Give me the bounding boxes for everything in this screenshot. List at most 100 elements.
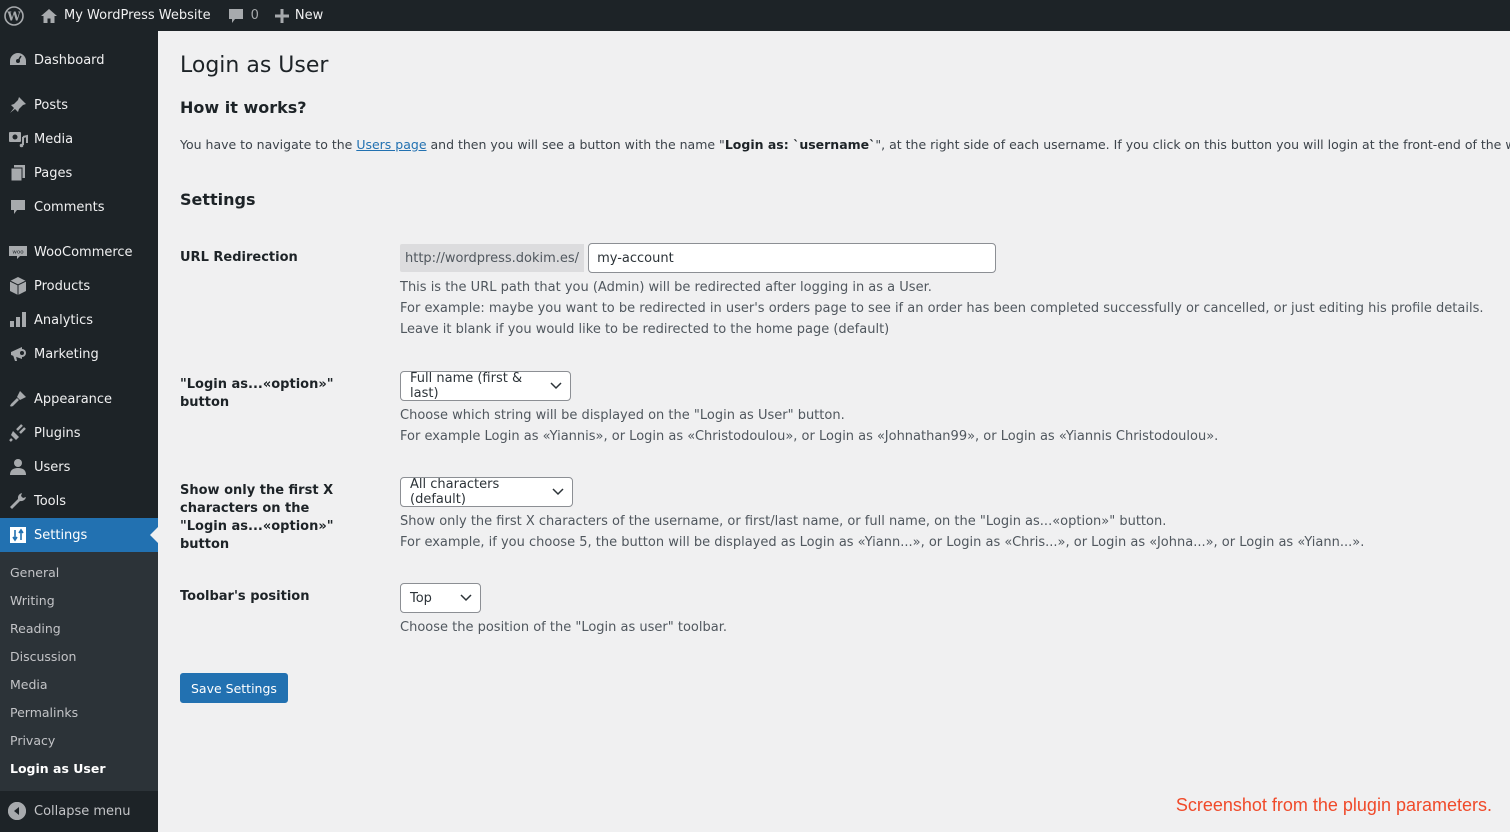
sidebar-item-comments[interactable]: Comments (0, 190, 158, 224)
sidebar-item-posts[interactable]: Posts (0, 88, 158, 122)
login-as-option-desc: For example Login as «Yiannis», or Login… (400, 429, 1219, 444)
login-as-option-desc: Choose which string will be displayed on… (400, 408, 845, 423)
submenu-item-writing[interactable]: Writing (0, 587, 158, 615)
admin-sidebar: Dashboard Posts Media Pages Comments woo… (0, 31, 158, 832)
sidebar-item-label: WooCommerce (34, 244, 133, 260)
sidebar-item-media[interactable]: Media (0, 122, 158, 156)
sidebar-item-label: Comments (34, 199, 105, 215)
user-icon (8, 457, 28, 477)
site-name: My WordPress Website (64, 8, 211, 23)
plus-icon (274, 8, 289, 23)
megaphone-icon (8, 344, 28, 364)
main-content: Login as User How it works? You have to … (180, 31, 1510, 703)
wordpress-logo-button[interactable]: W (0, 0, 32, 31)
sidebar-item-label: Products (34, 278, 91, 294)
first-x-chars-desc: Show only the first X characters of the … (400, 514, 1167, 529)
woocommerce-icon: woo (8, 242, 28, 262)
dashboard-icon (8, 50, 28, 70)
settings-heading: Settings (180, 190, 256, 209)
sidebar-item-label: Analytics (34, 312, 94, 328)
screenshot-caption: Screenshot from the plugin parameters. (1175, 795, 1492, 815)
home-icon (40, 8, 58, 24)
sidebar-item-analytics[interactable]: Analytics (0, 303, 158, 337)
sidebar-item-label: Plugins (34, 425, 81, 441)
sidebar-item-tools[interactable]: Tools (0, 484, 158, 518)
comment-icon (8, 197, 28, 217)
login-as-option-select[interactable]: Full name (first & last) (400, 371, 571, 401)
how-text-part: and then you will see a button with the … (426, 137, 725, 152)
sidebar-item-label: Media (34, 131, 74, 147)
url-redirection-desc: Leave it blank if you would like to be r… (400, 322, 890, 337)
sidebar-item-appearance[interactable]: Appearance (0, 382, 158, 416)
sidebar-item-woocommerce[interactable]: woo WooCommerce (0, 235, 158, 269)
login-as-option-label: "Login as...«option»" button (180, 377, 334, 410)
submenu-item-discussion[interactable]: Discussion (0, 643, 158, 671)
sidebar-item-label: Posts (34, 97, 68, 113)
select-value: All characters (default) (410, 477, 500, 507)
url-prefix: http://wordpress.dokim.es/ (400, 244, 585, 272)
chevron-down-icon (550, 382, 562, 390)
sidebar-item-label: Users (34, 459, 71, 475)
settings-submenu: General Writing Reading Discussion Media… (0, 552, 158, 791)
paintbrush-icon (8, 389, 28, 409)
page-title: Login as User (180, 53, 329, 78)
toolbar-position-label: Toolbar's position (180, 589, 310, 604)
comments-count: 0 (250, 8, 259, 23)
sidebar-item-label: Marketing (34, 346, 99, 362)
submenu-item-permalinks[interactable]: Permalinks (0, 699, 158, 727)
sidebar-item-plugins[interactable]: Plugins (0, 416, 158, 450)
first-x-chars-desc: For example, if you choose 5, the button… (400, 535, 1365, 550)
first-x-chars-select[interactable]: All characters (default) (400, 477, 573, 507)
login-as-username-text: Login as: `username` (724, 137, 876, 152)
svg-text:woo: woo (12, 250, 24, 256)
sidebar-item-pages[interactable]: Pages (0, 156, 158, 190)
submenu-item-login-as-user[interactable]: Login as User (0, 755, 158, 783)
sidebar-item-label: Dashboard (34, 52, 105, 68)
save-settings-button[interactable]: Save Settings (180, 673, 288, 703)
media-icon (8, 129, 28, 149)
url-redirection-input[interactable] (588, 243, 997, 273)
select-value: Top (410, 590, 432, 606)
how-it-works-text: You have to navigate to the Users page a… (180, 137, 1510, 152)
url-redirection-desc: For example: maybe you want to be redire… (400, 301, 1484, 316)
sidebar-item-label: Pages (34, 165, 73, 181)
submenu-item-reading[interactable]: Reading (0, 615, 158, 643)
toolbar-position-desc: Choose the position of the "Login as use… (400, 620, 727, 635)
sidebar-item-dashboard[interactable]: Dashboard (0, 43, 158, 77)
comment-icon (227, 7, 245, 25)
sidebar-item-label: Settings (34, 527, 88, 543)
toolbar-position-select[interactable]: Top (400, 583, 481, 613)
bar-chart-icon (8, 310, 28, 330)
url-redirection-label: URL Redirection (180, 250, 298, 265)
new-content-link[interactable]: New (267, 0, 331, 31)
how-text-part: You have to navigate to the (180, 137, 357, 152)
wrench-icon (8, 491, 28, 511)
pages-icon (8, 163, 28, 183)
sidebar-item-users[interactable]: Users (0, 450, 158, 484)
settings-icon (8, 525, 28, 545)
users-page-link[interactable]: Users page (356, 137, 426, 152)
submenu-item-media[interactable]: Media (0, 671, 158, 699)
new-label: New (294, 8, 324, 23)
svg-text:W: W (6, 9, 21, 23)
submenu-item-privacy[interactable]: Privacy (0, 727, 158, 755)
how-it-works-heading: How it works? (180, 98, 307, 117)
comments-link[interactable]: 0 (219, 0, 267, 31)
sidebar-item-settings[interactable]: Settings (0, 518, 158, 552)
url-redirection-desc: This is the URL path that you (Admin) wi… (400, 280, 932, 295)
plug-icon (8, 423, 28, 443)
site-name-link[interactable]: My WordPress Website (32, 0, 219, 31)
sidebar-item-label: Appearance (34, 391, 113, 407)
admin-bar: W My WordPress Website 0 New (0, 0, 1510, 31)
box-icon (8, 276, 28, 296)
chevron-down-icon (552, 488, 564, 496)
select-value: Full name (first & last) (410, 371, 523, 401)
sidebar-item-label: Tools (34, 493, 67, 509)
submenu-item-general[interactable]: General (0, 559, 158, 587)
sidebar-item-products[interactable]: Products (0, 269, 158, 303)
collapse-arrow-icon (8, 802, 26, 820)
collapse-menu-button[interactable]: Collapse menu (0, 793, 158, 829)
chevron-down-icon (460, 594, 472, 602)
sidebar-item-marketing[interactable]: Marketing (0, 337, 158, 371)
pin-icon (8, 95, 28, 115)
